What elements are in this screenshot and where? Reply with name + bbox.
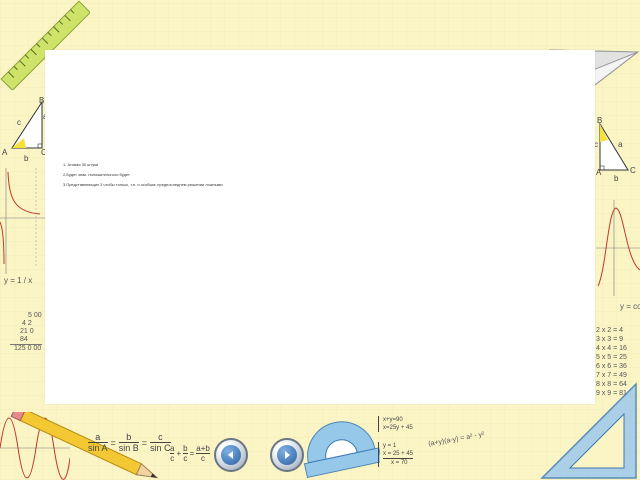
slide-text: 1. Атовая 30 штуки 2.Будет знак. положит… [63, 160, 363, 190]
graph-label: y = 1 / x [4, 276, 33, 285]
fraction-denominator: sin A [88, 443, 108, 453]
slide-line: 3.Представляющих 3 чтобы только, т.е. и … [63, 182, 223, 187]
equation-system-2: y = 1 x = 25 + 45 x = 70 [378, 442, 414, 467]
times-table-row: 4 x 4 = 16 [596, 345, 627, 352]
arithmetic-line: 4 2 [22, 320, 32, 327]
fraction-numerator: a [170, 444, 175, 454]
equation: x+y=90 [383, 417, 403, 423]
side-label: b [24, 154, 29, 163]
fraction-numerator: b [118, 432, 139, 443]
arithmetic-line: 125 0 00 [10, 344, 42, 353]
fraction-numerator: b [183, 444, 188, 454]
fraction-denominator: sin B [118, 443, 139, 453]
vertex-label: A [596, 168, 602, 177]
graph-label: y = co [620, 302, 640, 311]
arithmetic-line: 21 0 [20, 328, 34, 335]
equation: y = 1 [383, 443, 397, 449]
arithmetic-line: 5 00 [28, 312, 42, 319]
fraction-denominator: c [170, 454, 175, 463]
equation-system-1: x+y=90 x=25y + 45 [378, 416, 413, 432]
fraction-denominator: sin C [150, 443, 171, 453]
arrow-left-icon [228, 451, 233, 459]
prev-slide-button[interactable] [214, 438, 248, 472]
set-square-icon [540, 382, 637, 479]
slide-line: 1. Атовая 30 штуки [63, 162, 99, 167]
times-table-row: 5 x 5 = 25 [596, 354, 627, 361]
hyperbola-graph-icon [0, 168, 46, 274]
side-label: a [618, 140, 623, 149]
fraction-sum: a c + b c = a+b c [170, 444, 210, 463]
fraction-numerator: a+b [196, 444, 210, 454]
slide-content-area: 1. Атовая 30 штуки 2.Будет знак. положит… [45, 50, 595, 404]
fraction-numerator: c [150, 432, 171, 443]
vertex-label: C [630, 166, 636, 175]
vertex-label: B [597, 116, 603, 125]
times-table-row: 2 x 2 = 4 [596, 327, 624, 334]
fraction-denominator: c [183, 454, 188, 463]
times-table-row: 7 x 7 = 49 [596, 372, 627, 379]
fraction-numerator: a [88, 432, 108, 443]
arrow-right-icon [285, 451, 290, 459]
equation: x=25y + 45 [383, 425, 413, 431]
law-of-sines: a sin A = b sin B = c sin C [88, 432, 171, 453]
times-table-row: 3 x 3 = 9 [596, 336, 624, 343]
side-label: b [614, 174, 619, 183]
vertex-label: B [39, 96, 45, 105]
arithmetic-column: 5 00 4 2 21 0 84 125 0 00 [10, 312, 42, 353]
protractor-icon [303, 421, 380, 479]
next-slide-button[interactable] [270, 438, 304, 472]
vertex-label: A [2, 148, 8, 157]
cosine-graph-icon [596, 200, 640, 296]
arithmetic-line: 84 [20, 336, 28, 343]
equation: x = 70 [383, 458, 414, 467]
side-label: c [17, 118, 21, 127]
equation: x = 25 + 45 [383, 451, 414, 457]
slide-line: 2.Будет знак. положительного будет [63, 172, 130, 177]
times-table-row: 6 x 6 = 36 [596, 363, 627, 370]
fraction-denominator: c [201, 454, 206, 463]
